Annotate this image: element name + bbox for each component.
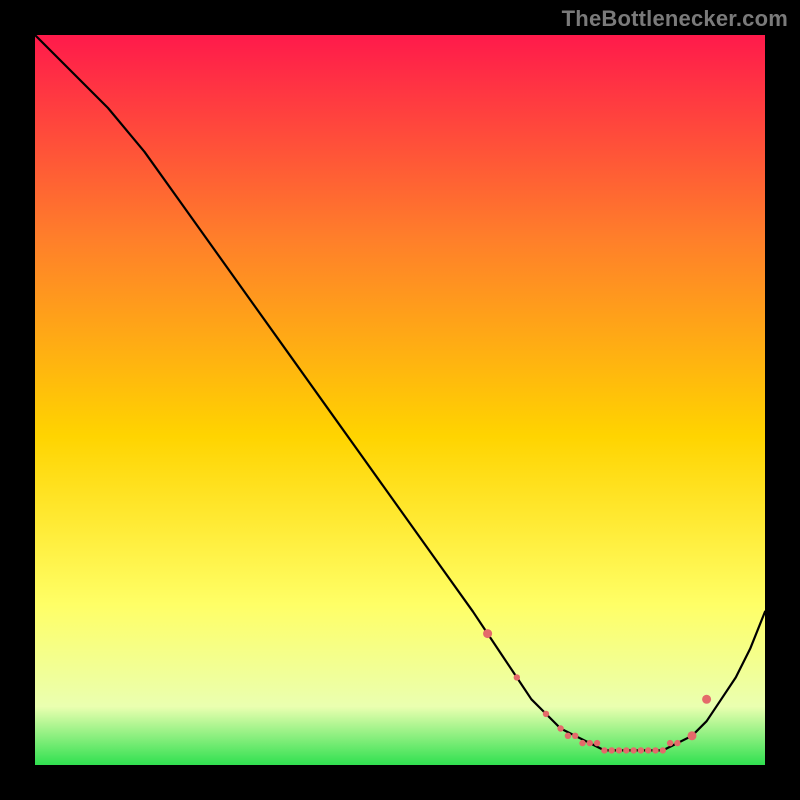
data-point bbox=[557, 725, 563, 731]
data-point bbox=[483, 629, 492, 638]
data-point bbox=[514, 674, 520, 680]
data-point bbox=[667, 740, 673, 746]
data-point bbox=[601, 747, 607, 753]
chart-stage: TheBottlenecker.com bbox=[0, 0, 800, 800]
data-point bbox=[660, 747, 666, 753]
data-point bbox=[543, 711, 549, 717]
data-point bbox=[674, 740, 680, 746]
data-point bbox=[645, 747, 651, 753]
data-point bbox=[702, 695, 711, 704]
data-point bbox=[616, 747, 622, 753]
data-point bbox=[688, 731, 697, 740]
data-point bbox=[623, 747, 629, 753]
data-point bbox=[587, 740, 593, 746]
data-point bbox=[594, 740, 600, 746]
bottleneck-chart bbox=[0, 0, 800, 800]
data-point bbox=[630, 747, 636, 753]
data-point bbox=[652, 747, 658, 753]
data-point bbox=[609, 747, 615, 753]
data-point bbox=[638, 747, 644, 753]
data-point bbox=[572, 733, 578, 739]
gradient-background bbox=[35, 35, 765, 765]
data-point bbox=[579, 740, 585, 746]
data-point bbox=[565, 733, 571, 739]
